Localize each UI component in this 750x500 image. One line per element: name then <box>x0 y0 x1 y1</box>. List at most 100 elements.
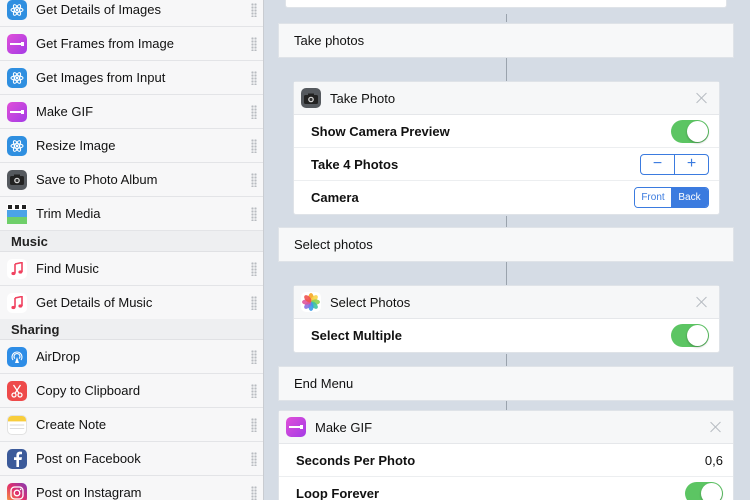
workflow-editor: Take photos Take Photo Show Camera Previ… <box>265 0 750 500</box>
gif-icon <box>286 417 306 437</box>
action-title: Take Photo <box>330 90 396 106</box>
drag-handle-icon[interactable] <box>251 261 257 276</box>
sidebar-item-label: Copy to Clipboard <box>36 383 141 398</box>
take-photo-action[interactable]: Take Photo Show Camera Preview Take 4 Ph… <box>293 81 720 215</box>
param-show-camera-preview: Show Camera Preview <box>294 115 719 148</box>
atom-icon <box>7 135 27 156</box>
select-multiple-toggle[interactable] <box>671 324 709 347</box>
sidebar-item-get-frames-from-image[interactable]: Get Frames from Image <box>0 27 263 61</box>
music-note-icon <box>7 292 27 313</box>
gif-icon <box>7 33 27 54</box>
seconds-per-photo-field[interactable]: 0,6 <box>705 453 723 468</box>
param-label: Camera <box>311 190 359 205</box>
photos-icon <box>301 292 321 312</box>
drag-handle-icon[interactable] <box>251 104 257 119</box>
action-header: Select Photos <box>294 286 719 319</box>
sidebar-item-label: Create Note <box>36 417 107 432</box>
flow-connector <box>506 401 507 410</box>
airdrop-icon <box>7 346 27 367</box>
sidebar-item-label: Make GIF <box>36 104 94 119</box>
scissors-icon <box>7 380 27 401</box>
sidebar-item-label: Get Details of Music <box>36 295 153 310</box>
stepper-minus-button[interactable]: − <box>641 154 675 174</box>
param-label: Select Multiple <box>311 328 403 343</box>
flow-connector <box>506 58 507 81</box>
action-header: Take Photo <box>294 82 719 115</box>
camera-icon <box>7 169 27 190</box>
make-gif-action[interactable]: Make GIF Seconds Per Photo 0,6 Loop Fore… <box>278 410 734 500</box>
select-photos-action[interactable]: Select Photos Select Multiple <box>293 285 720 353</box>
drag-handle-icon[interactable] <box>251 206 257 221</box>
drag-handle-icon[interactable] <box>251 295 257 310</box>
sidebar-item-find-music[interactable]: Find Music <box>0 252 263 286</box>
sidebar-item-save-to-photo-album[interactable]: Save to Photo Album <box>0 163 263 197</box>
sidebar-item-post-on-instagram[interactable]: Post on Instagram <box>0 476 263 500</box>
param-select-multiple: Select Multiple <box>294 319 719 352</box>
drag-handle-icon[interactable] <box>251 2 257 17</box>
show-camera-preview-toggle[interactable] <box>671 119 709 143</box>
close-icon[interactable] <box>695 91 709 105</box>
flow-connector <box>506 14 507 22</box>
sidebar-item-label: Get Images from Input <box>36 70 166 85</box>
sidebar-item-label: AirDrop <box>36 349 81 364</box>
drag-handle-icon[interactable] <box>251 383 257 398</box>
param-label: Take 4 Photos <box>311 156 399 172</box>
drag-handle-icon[interactable] <box>251 172 257 187</box>
gif-icon <box>7 101 27 122</box>
clapper-icon <box>7 203 27 224</box>
music-note-icon <box>7 258 27 279</box>
camera-option-back[interactable]: Back <box>671 188 708 207</box>
instagram-icon <box>7 482 27 500</box>
close-icon[interactable] <box>695 295 709 309</box>
close-icon[interactable] <box>709 420 723 434</box>
atom-icon <box>7 0 27 20</box>
menu-item-take-photos[interactable]: Take photos <box>278 23 734 58</box>
drag-handle-icon[interactable] <box>251 451 257 466</box>
sidebar-item-make-gif[interactable]: Make GIF <box>0 95 263 129</box>
param-seconds-per-photo: Seconds Per Photo 0,6 <box>279 444 733 477</box>
sidebar-item-resize-image[interactable]: Resize Image <box>0 129 263 163</box>
loop-forever-toggle[interactable] <box>685 482 723 500</box>
param-label: Seconds Per Photo <box>296 452 416 468</box>
sidebar-item-get-details-of-music[interactable]: Get Details of Music <box>0 286 263 320</box>
sidebar-item-get-images-from-input[interactable]: Get Images from Input <box>0 61 263 95</box>
sidebar-item-label: Post on Facebook <box>36 451 141 466</box>
param-take-photos-count: Take 4 Photos − + <box>294 148 719 181</box>
sidebar-item-label: Resize Image <box>36 138 116 153</box>
sidebar-item-label: Trim Media <box>36 206 101 221</box>
flow-connector <box>506 216 507 227</box>
param-label: Loop Forever <box>296 486 380 500</box>
drag-handle-icon[interactable] <box>251 70 257 85</box>
sidebar-item-create-note[interactable]: Create Note <box>0 408 263 442</box>
section-header-music: Music <box>0 231 263 252</box>
photo-count-stepper[interactable]: − + <box>640 153 709 175</box>
notes-icon <box>7 414 27 435</box>
atom-icon <box>7 67 27 88</box>
drag-handle-icon[interactable] <box>251 36 257 51</box>
menu-item-select-photos[interactable]: Select photos <box>278 227 734 262</box>
sidebar-item-get-details-of-images[interactable]: Get Details of Images <box>0 0 263 27</box>
sidebar-item-label: Get Frames from Image <box>36 36 174 51</box>
sidebar-item-copy-to-clipboard[interactable]: Copy to Clipboard <box>0 374 263 408</box>
facebook-icon <box>7 448 27 469</box>
drag-handle-icon[interactable] <box>251 485 257 500</box>
flow-connector <box>506 262 507 285</box>
stepper-plus-button[interactable]: + <box>675 155 708 174</box>
camera-segmented-control[interactable]: Front Back <box>634 187 709 208</box>
sidebar-item-trim-media[interactable]: Trim Media <box>0 197 263 231</box>
previous-action-card[interactable] <box>285 0 727 8</box>
camera-icon <box>301 88 321 108</box>
drag-handle-icon[interactable] <box>251 417 257 432</box>
param-loop-forever: Loop Forever <box>279 477 733 500</box>
sidebar-item-label: Save to Photo Album <box>36 172 158 187</box>
sidebar-item-post-on-facebook[interactable]: Post on Facebook <box>0 442 263 476</box>
camera-option-front[interactable]: Front <box>635 188 671 207</box>
menu-end[interactable]: End Menu <box>278 366 734 401</box>
sidebar-item-label: Find Music <box>36 261 99 276</box>
param-label: Show Camera Preview <box>311 123 450 139</box>
drag-handle-icon[interactable] <box>251 138 257 153</box>
sidebar-item-label: Get Details of Images <box>36 2 161 17</box>
param-camera: Camera Front Back <box>294 181 719 214</box>
drag-handle-icon[interactable] <box>251 349 257 364</box>
sidebar-item-airdrop[interactable]: AirDrop <box>0 340 263 374</box>
